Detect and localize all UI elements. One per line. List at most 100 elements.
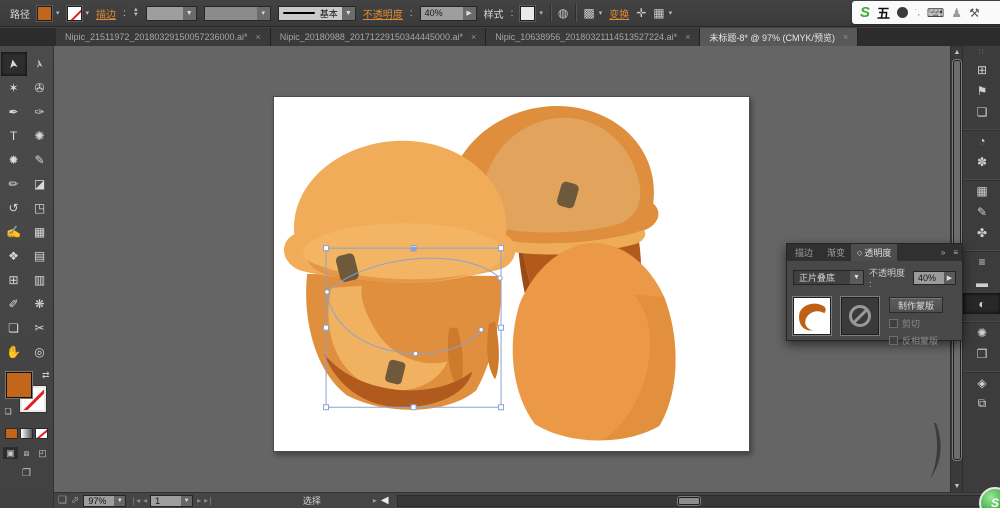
stepper-down-icon[interactable]: ▼ bbox=[133, 13, 139, 18]
screen-mode-button[interactable]: ❐ bbox=[18, 467, 36, 479]
tool-lasso[interactable]: ✇ bbox=[27, 76, 53, 100]
tool-scale[interactable]: ◳ bbox=[27, 196, 53, 220]
opacity-combo[interactable]: 40% ▶ bbox=[420, 6, 477, 21]
artboard-number-combo[interactable]: 1 ▼ bbox=[150, 495, 193, 507]
none-button[interactable] bbox=[35, 428, 48, 439]
ime-mode-label[interactable]: 五 bbox=[877, 3, 890, 22]
fill-dropdown-icon[interactable]: ▾ bbox=[56, 9, 60, 17]
gradient-button[interactable] bbox=[20, 428, 33, 439]
brush-definition-combo[interactable]: 基本 ▼ bbox=[278, 6, 356, 21]
draw-inside-button[interactable]: ◰ bbox=[35, 447, 50, 459]
dock-panel-icon-pathfinder[interactable]: ❏ bbox=[963, 101, 1000, 122]
dock-drag-dots[interactable]: ∷ bbox=[963, 46, 1000, 59]
tool-perspective-grid[interactable]: ▤ bbox=[27, 244, 53, 268]
tool-direct-selection[interactable]: ➢ bbox=[27, 52, 53, 76]
arrange-dropdown-icon[interactable]: ▾ bbox=[669, 9, 673, 17]
stroke-dropdown-icon[interactable]: ▾ bbox=[86, 9, 90, 17]
artboard-number-value[interactable]: 1 bbox=[151, 496, 181, 506]
blend-mode-dropdown-icon[interactable]: ▼ bbox=[850, 271, 863, 284]
blend-mode-value[interactable]: 正片叠底 bbox=[794, 271, 850, 284]
width-profile-value[interactable] bbox=[205, 7, 257, 20]
tool-add-anchor[interactable]: ✑ bbox=[27, 100, 53, 124]
stroke-weight-combo[interactable]: ▼ bbox=[146, 6, 197, 21]
mask-thumbnail[interactable] bbox=[841, 297, 879, 335]
stroke-panel-link[interactable]: 描边 bbox=[96, 6, 116, 21]
swap-fill-stroke-icon[interactable]: ⇄ bbox=[42, 370, 50, 381]
panel-tab-gradient[interactable]: 渐变 bbox=[819, 244, 851, 261]
tool-artboard[interactable]: ❏ bbox=[1, 316, 27, 340]
dock-panel-icon-symbols[interactable]: ✤ bbox=[963, 222, 1000, 243]
panel-tab-stroke[interactable]: 描边 bbox=[787, 244, 819, 261]
dock-panel-icon-transform[interactable]: ⊞ bbox=[963, 59, 1000, 80]
dock-panel-icon-color-guide[interactable]: ◔ bbox=[963, 130, 1000, 151]
clip-checkbox[interactable]: 剪切 bbox=[889, 317, 943, 330]
opacity-panel-link[interactable]: 不透明度 bbox=[363, 6, 403, 21]
zoom-level-value[interactable]: 97% bbox=[84, 496, 114, 506]
panel-opacity-play-icon[interactable]: ▶ bbox=[944, 272, 955, 284]
align-to-artboard-icon[interactable]: ✛ bbox=[636, 6, 646, 20]
dock-panel-icon-layers[interactable]: ◈ bbox=[963, 372, 1000, 393]
document-tab-doc2[interactable]: Nipic_20180988_20171229150344445000.ai* … bbox=[271, 28, 486, 46]
tool-magic-wand[interactable]: ✶ bbox=[1, 76, 27, 100]
make-mask-button[interactable]: 制作蒙版 bbox=[889, 297, 943, 313]
arrange-icon[interactable]: ▦ bbox=[653, 6, 664, 20]
tool-pencil[interactable]: ✏ bbox=[1, 172, 27, 196]
pasteboard-swoosh-object[interactable] bbox=[928, 423, 950, 483]
tool-paintbrush[interactable]: ✎ bbox=[27, 148, 53, 172]
tool-zoom[interactable]: ◎ bbox=[27, 340, 53, 364]
tab-close-icon[interactable]: × bbox=[471, 32, 476, 42]
invert-checkbox-box[interactable] bbox=[889, 336, 898, 345]
dock-panel-icon-appearance[interactable]: ✺ bbox=[963, 322, 1000, 343]
tool-eraser[interactable]: ◪ bbox=[27, 172, 53, 196]
opacity-play-icon[interactable]: ▶ bbox=[463, 7, 476, 20]
ime-settings-icon[interactable]: ⚒ bbox=[969, 6, 980, 20]
object-thumbnail[interactable] bbox=[793, 297, 831, 335]
dock-panel-icon-color[interactable]: ✽ bbox=[963, 151, 1000, 172]
panel-collapse-icon[interactable]: » bbox=[937, 248, 949, 257]
panel-tab-transparency[interactable]: ◇ 透明度 bbox=[851, 244, 897, 261]
style-swatch[interactable] bbox=[520, 6, 535, 21]
tab-close-icon[interactable]: × bbox=[843, 32, 848, 42]
panel-opacity-value[interactable]: 40% bbox=[914, 272, 944, 284]
stroke-weight-stepper[interactable]: ▲ ▼ bbox=[133, 8, 139, 18]
tool-type[interactable]: T bbox=[1, 124, 27, 148]
opacity-value[interactable]: 40% bbox=[421, 7, 463, 20]
brush-dropdown-icon[interactable]: ▼ bbox=[342, 7, 355, 20]
ime-account-icon[interactable]: ♟ bbox=[951, 6, 962, 20]
first-artboard-icon[interactable]: ❘◂ bbox=[130, 496, 139, 505]
tool-mesh[interactable]: ⊞ bbox=[1, 268, 27, 292]
artwork-persimmons[interactable] bbox=[274, 97, 749, 451]
tool-rotate[interactable]: ↺ bbox=[1, 196, 27, 220]
tool-blob-brush[interactable]: ✹ bbox=[1, 148, 27, 172]
tool-twirl[interactable]: ✺ bbox=[27, 124, 53, 148]
zoom-dropdown-icon[interactable]: ▼ bbox=[114, 496, 125, 506]
dock-panel-icon-align[interactable]: ⚑ bbox=[963, 80, 1000, 101]
draw-normal-button[interactable]: ▣ bbox=[3, 447, 18, 459]
dock-panel-icon-gradient[interactable]: ▬ bbox=[963, 272, 1000, 293]
recolor-artwork-icon[interactable]: ◍ bbox=[558, 6, 568, 20]
horizontal-scrollbar[interactable]: ▶ bbox=[397, 495, 996, 507]
document-tab-doc3[interactable]: Nipic_10638956_20180321114513527224.ai* … bbox=[486, 28, 700, 46]
artboard[interactable] bbox=[273, 96, 750, 452]
status-launch-icon[interactable]: ⬀ bbox=[71, 495, 79, 506]
tab-close-icon[interactable]: × bbox=[685, 32, 690, 42]
ime-keyboard-icon[interactable]: ⌨ bbox=[927, 6, 944, 20]
invert-mask-checkbox[interactable]: 反相蒙版 bbox=[889, 334, 943, 347]
select-similar-icon[interactable]: ▩ bbox=[583, 6, 594, 20]
stroke-weight-value[interactable] bbox=[147, 7, 183, 20]
horizontal-scroll-thumb[interactable] bbox=[678, 497, 700, 505]
status-flip-left-icon[interactable]: ◀ bbox=[381, 495, 389, 506]
stroke-weight-dropdown-icon[interactable]: ▼ bbox=[183, 7, 196, 20]
status-flip-right-icon[interactable]: ▸ bbox=[373, 496, 377, 505]
clip-checkbox-box[interactable] bbox=[889, 319, 898, 328]
tool-free-transform[interactable]: ▦ bbox=[27, 220, 53, 244]
width-profile-combo[interactable]: ▾ bbox=[204, 6, 271, 21]
color-button[interactable] bbox=[5, 428, 18, 439]
draw-behind-button[interactable]: ⧈ bbox=[19, 447, 34, 459]
next-artboard-icon[interactable]: ▸ bbox=[197, 496, 200, 505]
fill-color-swatch[interactable] bbox=[37, 6, 52, 21]
document-tab-doc4-active[interactable]: 未标题-8* @ 97% (CMYK/预览) × bbox=[700, 28, 858, 46]
blend-mode-combo[interactable]: 正片叠底 ▼ bbox=[793, 270, 864, 285]
dock-panel-icon-stroke[interactable]: ≡ bbox=[963, 251, 1000, 272]
ime-fullwidth-icon[interactable] bbox=[897, 7, 908, 18]
